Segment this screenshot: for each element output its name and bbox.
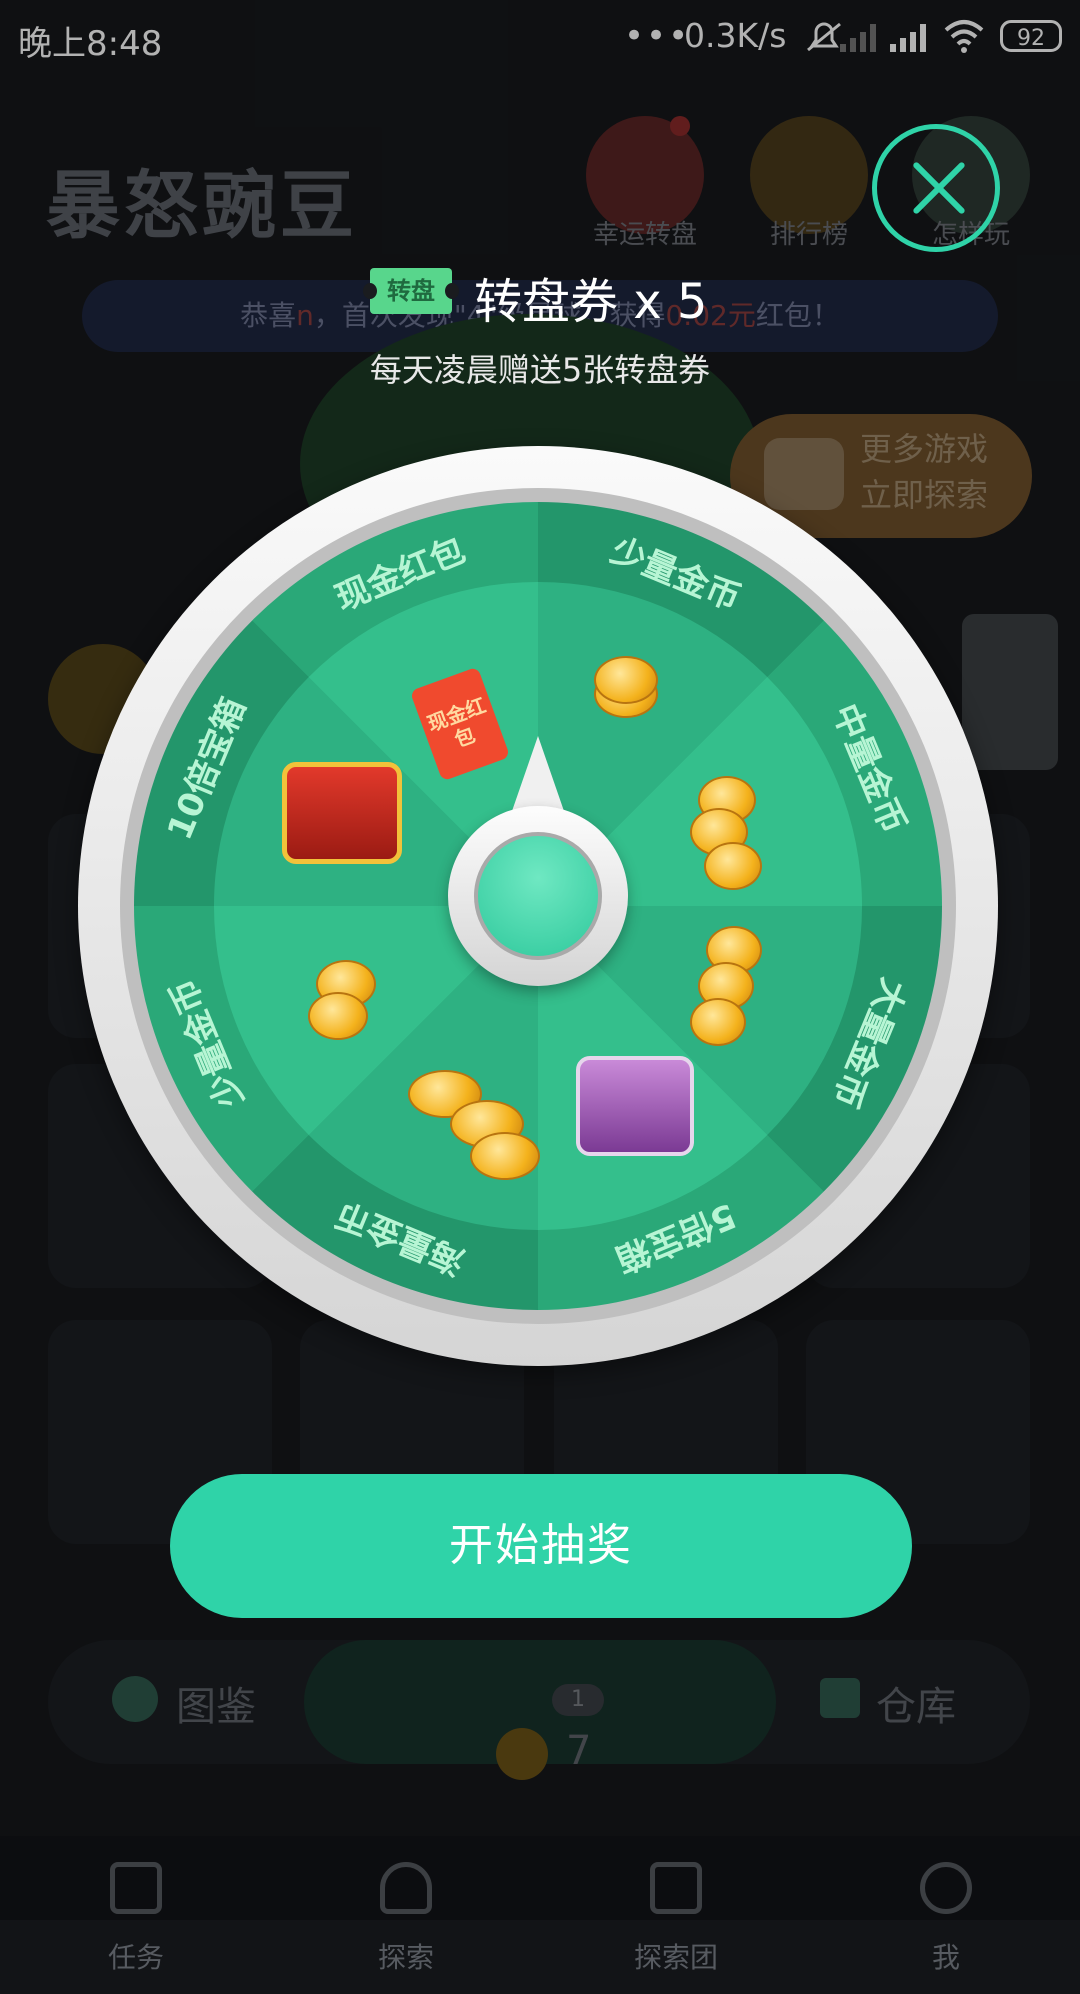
coin-icon [690,998,746,1046]
treasure-chest-10x-icon [282,762,402,864]
treasure-chest-5x-icon [576,1056,694,1156]
ticket-icon: 转盘 [363,268,459,314]
coin-icon [470,1132,540,1180]
nav-me[interactable]: 我 [856,1936,1036,1976]
coin-icon [308,992,368,1040]
close-button[interactable] [872,124,1000,252]
nav-team[interactable]: 探索团 [586,1936,766,1976]
coin-icon [594,656,658,704]
start-draw-button[interactable]: 开始抽奖 [170,1474,912,1618]
ticket-subtitle: 每天凌晨赠送5张转盘券 [369,351,711,389]
nav-tasks[interactable]: 任务 [46,1936,226,1976]
ticket-count: 转盘券 x 5 [474,274,708,330]
coin-icon [704,842,762,890]
prize-wheel: 少量金币 中量金币 大量金币 5倍宝箱 海量金币 少量金币 10倍宝箱 现金红包… [78,446,998,1366]
wheel-hub-button[interactable] [474,832,602,960]
nav-explore[interactable]: 探索 [316,1936,496,1976]
